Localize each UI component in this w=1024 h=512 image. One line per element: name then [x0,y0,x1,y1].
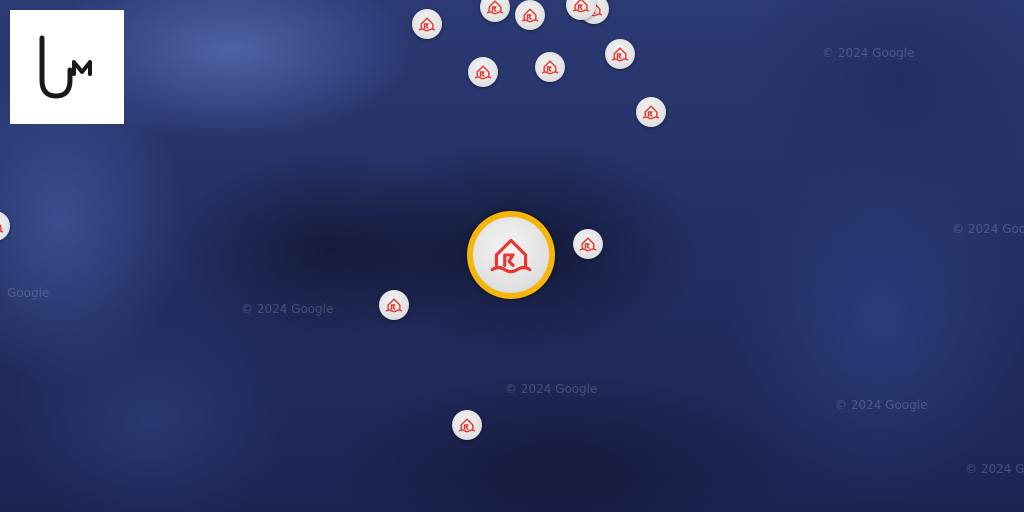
um-logo-icon [39,35,92,99]
flooded-house-icon [474,65,492,80]
flooded-house-icon [541,60,559,75]
flooded-house-icon [572,0,590,13]
map-attribution-fragment: Google [7,286,50,300]
flooded-house-icon [418,17,436,32]
flooded-house-icon [458,418,476,433]
flood-marker-partial[interactable] [0,211,10,241]
flood-marker[interactable] [515,0,545,30]
um-logo[interactable] [10,10,124,124]
flooded-house-icon [490,238,532,274]
flooded-house-icon [385,298,403,313]
flood-marker[interactable] [480,0,510,22]
flood-marker[interactable] [573,229,603,259]
flood-marker[interactable] [452,410,482,440]
flood-marker[interactable] [636,97,666,127]
flood-marker[interactable] [605,39,635,69]
flooded-house-icon [642,105,660,120]
flood-marker[interactable] [535,52,565,82]
flood-marker[interactable] [468,57,498,87]
selected-flood-marker[interactable] [467,211,555,299]
flooded-house-icon [486,0,504,15]
map-attribution: © 2024 Google [952,222,1024,236]
map-attribution: © 2024 Google [965,462,1024,476]
map-attribution: © 2024 Google [835,398,928,412]
flooded-house-icon [579,237,597,252]
map-attribution: © 2024 Google [241,302,334,316]
flooded-house-icon [611,47,629,62]
flooded-house-icon [521,8,539,23]
map-attribution: © 2024 Google [822,46,915,60]
flooded-house-icon [0,224,4,233]
flood-marker[interactable] [379,290,409,320]
flood-marker[interactable] [412,9,442,39]
map-view[interactable]: © 2024 Google © 2024 Google Google © 202… [0,0,1024,512]
map-attribution: © 2024 Google [505,382,598,396]
